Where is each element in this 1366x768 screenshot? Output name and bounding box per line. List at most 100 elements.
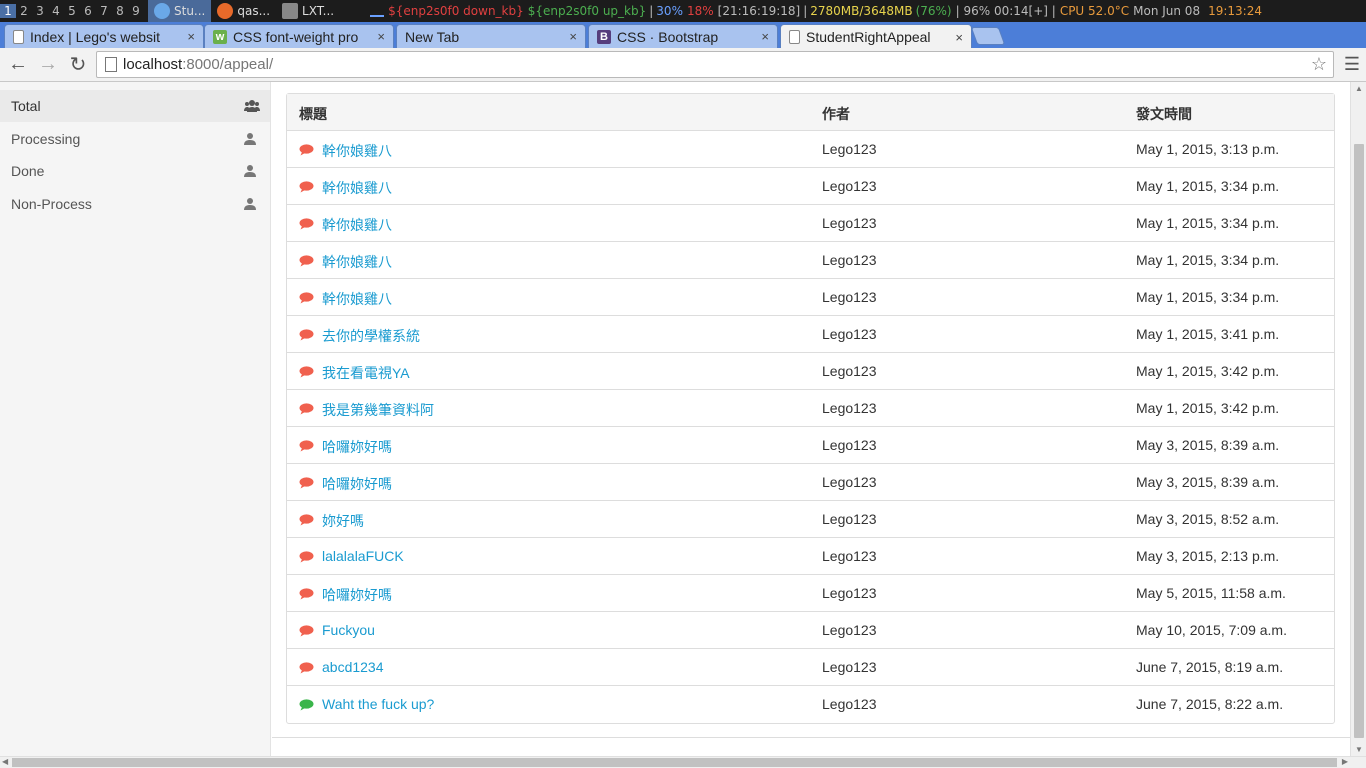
table-row: 幹你娘雞八 Lego123 May 1, 2015, 3:34 p.m. (287, 205, 1334, 242)
comment-icon (299, 551, 314, 563)
comment-icon (299, 514, 314, 526)
workspace-1[interactable]: 1 (0, 4, 16, 18)
close-icon[interactable]: × (955, 30, 963, 45)
appeal-author: Lego123 (822, 141, 877, 157)
net-down-text: ${enp2s0f0 down_kb} (388, 4, 524, 18)
tab-new-tab[interactable]: New Tab × (396, 24, 586, 48)
tab-title: Index | Lego's websit (30, 28, 161, 45)
table-row: abcd1234 Lego123 June 7, 2015, 8:19 a.m. (287, 649, 1334, 686)
workspace-3[interactable]: 3 (32, 4, 48, 18)
sidebar-item-label: Done (11, 163, 45, 179)
volume-text: 30% (656, 4, 683, 18)
star-icon[interactable]: ☆ (1311, 54, 1327, 75)
scroll-up-icon[interactable]: ▲ (1355, 84, 1363, 93)
task-button[interactable]: qas... (211, 0, 276, 22)
vertical-scrollbar[interactable]: ▲ ▼ (1350, 82, 1366, 756)
sidebar-item-processing[interactable]: Processing (0, 123, 270, 155)
close-icon[interactable]: × (377, 29, 385, 44)
divider (272, 737, 1350, 738)
sidebar-item-non-process[interactable]: Non-Process (0, 188, 270, 220)
appeal-time: May 3, 2015, 8:52 a.m. (1136, 511, 1280, 527)
scroll-left-icon[interactable]: ◀ (2, 757, 8, 766)
workspace-4[interactable]: 4 (48, 4, 64, 18)
tab-student-right-appeal[interactable]: StudentRightAppeal × (780, 24, 972, 49)
appeal-time: May 1, 2015, 3:34 p.m. (1136, 178, 1280, 194)
table-row: 幹你娘雞八 Lego123 May 1, 2015, 3:34 p.m. (287, 242, 1334, 279)
back-arrow-icon[interactable]: ← (4, 51, 32, 79)
reload-icon[interactable]: ↻ (64, 51, 92, 79)
scrollbar-thumb[interactable] (12, 758, 1337, 767)
task-label: Stu... (174, 4, 206, 18)
scroll-right-icon[interactable]: ▶ (1342, 757, 1348, 766)
appeal-author: Lego123 (822, 511, 877, 527)
appeal-title-link[interactable]: Waht the fuck up? (322, 696, 434, 712)
appeal-title-link[interactable]: 哈囉妳好嗎 (322, 474, 392, 494)
workspace-switcher[interactable]: 123456789 (0, 4, 144, 18)
close-icon[interactable]: × (569, 29, 577, 44)
appeal-title-link[interactable]: abcd1234 (322, 659, 384, 675)
comment-icon (299, 218, 314, 230)
menu-icon[interactable]: ☰ (1344, 54, 1360, 75)
workspace-7[interactable]: 7 (96, 4, 112, 18)
uptime-text: [21:16:19:18] (717, 4, 801, 18)
appeal-title-link[interactable]: 幹你娘雞八 (322, 178, 392, 198)
time-text: 19:13:24 (1208, 4, 1262, 18)
appeal-title-link[interactable]: 妳好嗎 (322, 511, 364, 531)
comment-icon (299, 403, 314, 415)
table-row: 妳好嗎 Lego123 May 3, 2015, 8:52 a.m. (287, 501, 1334, 538)
appeal-title-link[interactable]: 幹你娘雞八 (322, 252, 392, 272)
user-icon (244, 132, 258, 146)
sidebar-item-total[interactable]: Total (0, 90, 270, 122)
appeal-title-link[interactable]: 哈囉妳好嗎 (322, 437, 392, 457)
url-path: :8000/appeal/ (182, 56, 274, 73)
appeal-title-link[interactable]: 哈囉妳好嗎 (322, 585, 392, 605)
table-row: 哈囉妳好嗎 Lego123 May 5, 2015, 11:58 a.m. (287, 575, 1334, 612)
browser-tabstrip: Index | Lego's websit × w CSS font-weigh… (0, 22, 1366, 49)
appeal-title-link[interactable]: 我在看電視YA (322, 363, 410, 383)
signal-icon (370, 5, 385, 17)
workspace-9[interactable]: 9 (128, 4, 144, 18)
comment-icon (299, 440, 314, 452)
appeal-author: Lego123 (822, 474, 877, 490)
tab-title: New Tab (405, 28, 460, 45)
workspace-5[interactable]: 5 (64, 4, 80, 18)
memory-text: 2780MB/3648MB (810, 4, 913, 18)
table-header: 標題 作者 發文時間 (287, 94, 1334, 131)
date-text: Mon Jun 08 (1133, 4, 1201, 18)
horizontal-scrollbar[interactable]: ◀ ▶ (0, 756, 1366, 768)
task-button[interactable]: Stu... (148, 0, 212, 22)
appeal-title-link[interactable]: 我是第幾筆資料阿 (322, 400, 434, 420)
appeal-title-link[interactable]: 幹你娘雞八 (322, 215, 392, 235)
appeal-author: Lego123 (822, 659, 877, 675)
task-button[interactable]: LXT... (276, 0, 340, 22)
cpu-text: CPU 52.0°C (1059, 4, 1130, 18)
appeal-time: May 10, 2015, 7:09 a.m. (1136, 622, 1287, 638)
table-row: 幹你娘雞八 Lego123 May 1, 2015, 3:13 p.m. (287, 131, 1334, 168)
sidebar: Total Processing Done Non-Process (0, 82, 271, 756)
scrollbar-thumb[interactable] (1354, 144, 1364, 738)
workspace-8[interactable]: 8 (112, 4, 128, 18)
appeal-author: Lego123 (822, 622, 877, 638)
appeal-title-link[interactable]: 幹你娘雞八 (322, 289, 392, 309)
tab-index[interactable]: Index | Lego's websit × (4, 24, 204, 48)
appeal-title-link[interactable]: 幹你娘雞八 (322, 141, 392, 161)
appeal-author: Lego123 (822, 252, 877, 268)
tab-css-font-weight[interactable]: w CSS font-weight pro × (204, 24, 394, 48)
close-icon[interactable]: × (187, 29, 195, 44)
address-bar[interactable]: localhost:8000/appeal/ ☆ (96, 51, 1334, 78)
appeal-title-link[interactable]: 去你的學權系統 (322, 326, 420, 346)
new-tab-button[interactable] (970, 27, 1006, 45)
workspace-2[interactable]: 2 (16, 4, 32, 18)
table-row: Fuckyou Lego123 May 10, 2015, 7:09 a.m. (287, 612, 1334, 649)
table-row: 幹你娘雞八 Lego123 May 1, 2015, 3:34 p.m. (287, 168, 1334, 205)
appeal-title-link[interactable]: Fuckyou (322, 622, 375, 638)
sidebar-item-done[interactable]: Done (0, 155, 270, 187)
terminal-icon (282, 3, 299, 19)
workspace-6[interactable]: 6 (80, 4, 96, 18)
forward-arrow-icon[interactable]: → (34, 51, 62, 79)
scroll-down-icon[interactable]: ▼ (1355, 745, 1363, 754)
tab-bootstrap[interactable]: B CSS · Bootstrap × (588, 24, 778, 48)
appeal-time: May 1, 2015, 3:34 p.m. (1136, 215, 1280, 231)
close-icon[interactable]: × (761, 29, 769, 44)
appeal-title-link[interactable]: lalalalaFUCK (322, 548, 404, 564)
